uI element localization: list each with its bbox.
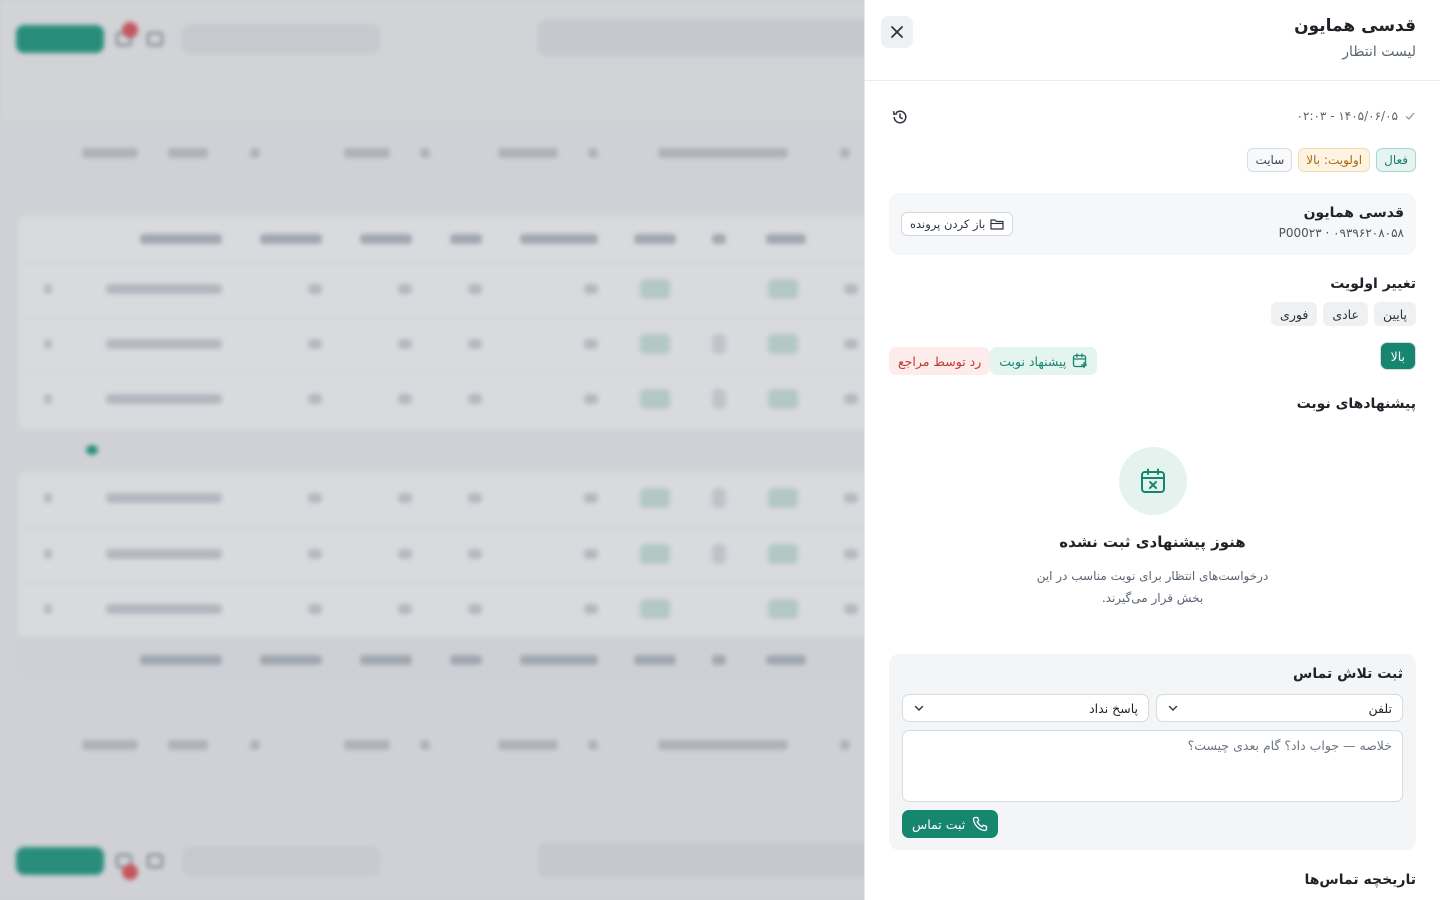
patient-id-phone: P000۲۳ · ۰۹۳۹۶۲۰۸۰۵۸: [1278, 226, 1404, 240]
history-icon: [892, 110, 907, 124]
folder-icon: [990, 219, 1004, 230]
reject-by-patient-button[interactable]: رد توسط مراجع: [889, 347, 991, 375]
priority-selector: پایین عادی بالا فوری: [1271, 302, 1416, 370]
waitlist-detail-panel: قدسی همایون لیست انتظار ۱۴۰۵/۰۶/۰۵ - ۰۲:…: [864, 0, 1440, 900]
call-notes-textarea[interactable]: [902, 730, 1403, 802]
patient-card: قدسی همایون P000۲۳ · ۰۹۳۹۶۲۰۸۰۵۸ باز کرد…: [889, 193, 1416, 255]
timestamp-text: ۱۴۰۵/۰۶/۰۵ - ۰۲:۰۳: [1296, 109, 1398, 123]
chevron-down-icon: [914, 705, 924, 711]
call-channel-select[interactable]: تلفن: [1156, 694, 1403, 722]
call-result-value: پاسخ نداد: [1089, 700, 1138, 716]
call-attempt-title: ثبت تلاش تماس: [1293, 666, 1403, 682]
priority-option-low[interactable]: پایین: [1373, 302, 1416, 326]
calendar-x-icon: [1141, 468, 1165, 493]
patient-name: قدسی همایون: [1303, 205, 1404, 221]
suggest-appointment-label: پیشنهاد نوبت: [999, 353, 1067, 369]
call-attempt-form: ثبت تلاش تماس تلفن پاسخ نداد ثبت تماس: [889, 654, 1416, 850]
status-badge: فعال: [1376, 148, 1416, 172]
panel-subtitle: لیست انتظار: [1342, 44, 1416, 60]
panel-title: قدسی همایون: [1294, 16, 1416, 36]
phone-icon: [973, 816, 988, 832]
empty-state-description: درخواست‌های انتظار برای نوبت مناسب در ای…: [1036, 569, 1269, 605]
priority-option-normal[interactable]: عادی: [1323, 302, 1368, 326]
action-buttons: رد توسط مراجع پیشنهاد نوبت: [889, 347, 1098, 375]
suggestions-title: پیشنهادهای نوبت: [1296, 396, 1416, 412]
submit-call-label: ثبت تماس: [912, 816, 966, 832]
modal-backdrop[interactable]: [0, 0, 864, 900]
check-icon: [1405, 112, 1415, 120]
priority-badge: اولویت: بالا: [1298, 148, 1371, 172]
status-badges: فعال اولویت: بالا سایت: [1247, 148, 1416, 172]
call-channel-value: تلفن: [1368, 700, 1392, 716]
close-icon: [891, 26, 903, 38]
created-timestamp: ۱۴۰۵/۰۶/۰۵ - ۰۲:۰۳: [1297, 106, 1416, 126]
chevron-down-icon: [1168, 705, 1178, 711]
calendar-plus-icon: [1073, 353, 1088, 369]
submit-call-button[interactable]: ثبت تماس: [902, 810, 999, 838]
close-button[interactable]: [881, 16, 913, 48]
call-history-title: تاریخچه تماس‌ها: [1304, 872, 1416, 888]
open-file-label: باز کردن پرونده: [910, 217, 986, 231]
history-button[interactable]: [889, 106, 911, 128]
empty-state-title: هنوز پیشنهادی ثبت نشده: [1059, 533, 1246, 551]
empty-state-badge: [1119, 447, 1187, 515]
priority-option-urgent[interactable]: فوری: [1271, 302, 1318, 326]
open-file-button[interactable]: باز کردن پرونده: [901, 212, 1014, 236]
call-result-select[interactable]: پاسخ نداد: [902, 694, 1149, 722]
source-badge: سایت: [1247, 148, 1293, 172]
priority-option-high[interactable]: بالا: [1379, 342, 1416, 370]
panel-header: قدسی همایون لیست انتظار: [865, 0, 1440, 81]
change-priority-title: تغییر اولویت: [1330, 276, 1416, 292]
suggest-appointment-button[interactable]: پیشنهاد نوبت: [990, 347, 1098, 375]
